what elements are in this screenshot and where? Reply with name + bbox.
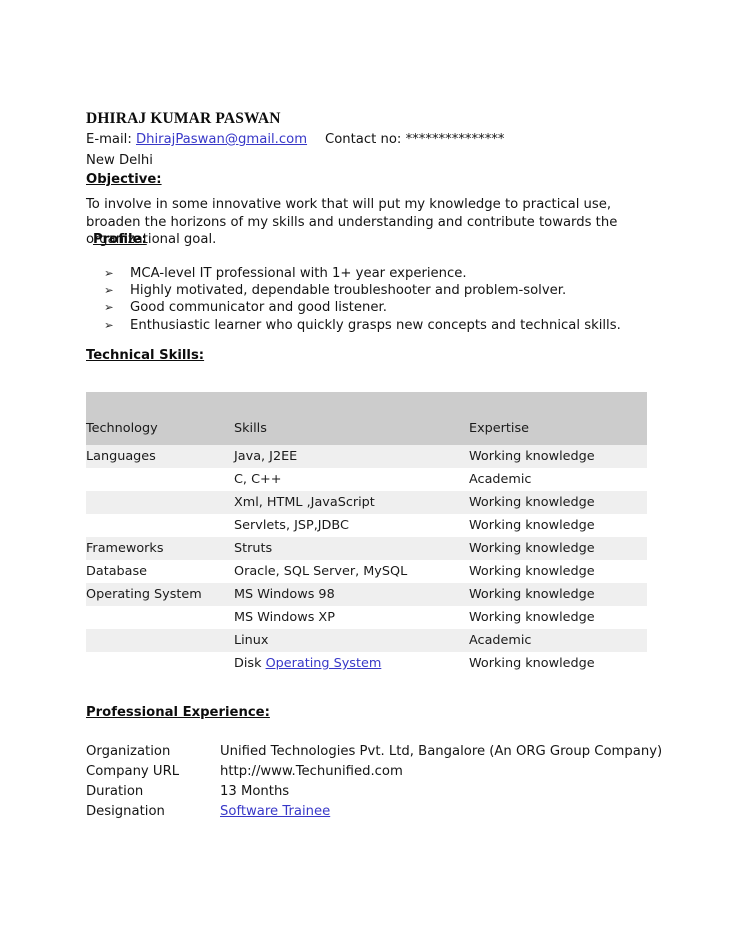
column-header-technology: Technology	[86, 392, 234, 445]
cell-skills-text: Java, J2EE	[234, 449, 298, 464]
contact-number-line: Contact no: ***************	[325, 132, 504, 147]
profile-bullet-label: Good communicator and good listener.	[130, 300, 387, 316]
arrow-bullet-icon: ➢	[104, 317, 114, 332]
arrow-bullet-icon: ➢	[104, 300, 114, 315]
table-row: Languages Java, J2EE Working knowledge	[86, 445, 647, 468]
experience-row: Duration 13 Months	[86, 784, 662, 804]
professional-experience-heading: Professional Experience:	[86, 705, 270, 720]
profile-bullet-label: Highly motivated, dependable troubleshoo…	[130, 283, 567, 299]
table-row: Database Oracle, SQL Server, MySQL Working…	[86, 560, 647, 583]
technical-skills-heading: Technical Skills:	[86, 348, 205, 363]
column-header-expertise: Expertise	[469, 392, 647, 445]
cell-technology	[86, 491, 234, 514]
contact-label: Contact no:	[325, 132, 406, 147]
table-row: Frameworks Struts Working knowledge	[86, 537, 647, 560]
cell-skills: MS Windows XP	[234, 606, 469, 629]
cell-expertise: Academic	[469, 468, 647, 491]
cell-technology	[86, 629, 234, 652]
profile-bullet-item: ➢ Highly motivated, dependable troublesho…	[104, 282, 644, 299]
objective-heading: Objective:	[86, 172, 162, 187]
cell-skills: Java, J2EE	[234, 445, 469, 468]
cell-skills-text: Linux	[234, 633, 269, 648]
column-header-skills: Skills	[234, 392, 469, 445]
cell-skills: C, C++	[234, 468, 469, 491]
profile-bullet-item: ➢ MCA-level IT professional with 1+ year …	[104, 265, 644, 282]
cell-skills-text: Oracle, SQL Server, MySQL	[234, 564, 408, 579]
arrow-bullet-icon: ➢	[104, 266, 114, 280]
cell-technology: Database	[86, 560, 234, 583]
cell-skills: Servlets, JSP,JDBC	[234, 514, 469, 537]
profile-bullet-list: ➢ MCA-level IT professional with 1+ year …	[104, 265, 644, 334]
cell-skills-text: Servlets, JSP,JDBC	[234, 518, 349, 533]
cell-skills-text: Xml, HTML ,JavaScript	[234, 495, 375, 510]
cell-expertise: Academic	[469, 629, 647, 652]
cell-skills-text: Disk	[234, 656, 266, 671]
experience-field-value: 13 Months	[220, 784, 290, 799]
table-row: Servlets, JSP,JDBC Working knowledge	[86, 514, 647, 537]
cell-expertise: Working knowledge	[469, 652, 647, 675]
cell-skills: Disk Operating System	[234, 652, 469, 675]
cell-skills-text: MS Windows 98	[234, 587, 335, 602]
profile-bullet-item: ➢ Enthusiastic learner who quickly grasps…	[104, 317, 644, 334]
professional-experience-table: Organization Unified Technologies Pvt. Lt…	[86, 744, 662, 824]
profile-bullet-label: Enthusiastic learner who quickly grasps …	[130, 317, 621, 333]
contact-value: ***************	[405, 132, 505, 147]
table-row: MS Windows XP Working knowledge	[86, 606, 647, 629]
professional-experience-body: Organization Unified Technologies Pvt. Lt…	[86, 744, 662, 824]
resume-page: DHIRAJ KUMAR PASWAN E-mail: DhirajPaswan…	[0, 0, 733, 950]
objective-text: To involve in some innovative work that …	[86, 197, 618, 247]
cell-expertise: Working knowledge	[469, 491, 647, 514]
experience-row: Organization Unified Technologies Pvt. Lt…	[86, 744, 662, 764]
email-link[interactable]: DhirajPaswan@gmail.com	[136, 132, 307, 147]
cell-skills: Xml, HTML ,JavaScript	[234, 491, 469, 514]
technical-skills-body: Languages Java, J2EE Working knowledge C, C…	[86, 445, 647, 675]
cell-expertise: Working knowledge	[469, 583, 647, 606]
cell-technology	[86, 514, 234, 537]
experience-field-label: Duration	[86, 784, 144, 799]
cell-skills: Oracle, SQL Server, MySQL	[234, 560, 469, 583]
profile-bullet-item: ➢ Good communicator and good listener.	[104, 299, 644, 316]
cell-skills-text: MS Windows XP	[234, 610, 335, 625]
email-line: E-mail: DhirajPaswan@gmail.com	[86, 132, 307, 147]
cell-skills: MS Windows 98	[234, 583, 469, 606]
experience-field-label: Designation	[86, 804, 165, 819]
profile-bullet-label: MCA-level IT professional with 1+ year e…	[130, 266, 467, 281]
experience-field-label: Company URL	[86, 764, 180, 779]
cell-technology: Languages	[86, 445, 234, 468]
cell-technology	[86, 606, 234, 629]
table-row: Xml, HTML ,JavaScript Working knowledge	[86, 491, 647, 514]
cell-expertise: Working knowledge	[469, 606, 647, 629]
experience-field-value: http://www.Techunified.com	[220, 764, 403, 779]
experience-field-label: Organization	[86, 744, 171, 759]
technical-skills-table: Technology Skills Expertise Languages Jav…	[86, 392, 647, 675]
candidate-name: DHIRAJ KUMAR PASWAN	[86, 110, 281, 127]
cell-expertise: Working knowledge	[469, 445, 647, 468]
experience-field-value: Unified Technologies Pvt. Ltd, Bangalore…	[220, 744, 663, 759]
cell-technology: Operating System	[86, 583, 234, 606]
cell-skills-link[interactable]: Operating System	[266, 656, 382, 671]
cell-technology: Frameworks	[86, 537, 234, 560]
experience-row: Company URL http://www.Techunified.com	[86, 764, 662, 784]
experience-row: Designation Software Trainee	[86, 804, 662, 824]
cell-skills-text: C, C++	[234, 472, 282, 487]
cell-expertise: Working knowledge	[469, 560, 647, 583]
city-text: New Delhi	[86, 153, 153, 168]
table-row: C, C++ Academic	[86, 468, 647, 491]
experience-field-value[interactable]: Software Trainee	[220, 804, 662, 824]
table-row: Linux Academic	[86, 629, 647, 652]
designation-link[interactable]: Software Trainee	[220, 804, 330, 819]
cell-expertise: Working knowledge	[469, 537, 647, 560]
cell-technology	[86, 652, 234, 675]
arrow-bullet-icon: ➢	[104, 283, 114, 298]
cell-technology	[86, 468, 234, 491]
table-header-row: Technology Skills Expertise	[86, 392, 647, 445]
cell-skills: Struts	[234, 537, 469, 560]
email-label: E-mail:	[86, 132, 136, 147]
cell-skills: Linux	[234, 629, 469, 652]
table-row: Disk Operating System Working knowledge	[86, 652, 647, 675]
cell-skills-text: Struts	[234, 541, 273, 556]
profile-heading: Profile:	[93, 232, 147, 247]
cell-expertise: Working knowledge	[469, 514, 647, 537]
table-row: Operating System MS Windows 98 Working kno…	[86, 583, 647, 606]
